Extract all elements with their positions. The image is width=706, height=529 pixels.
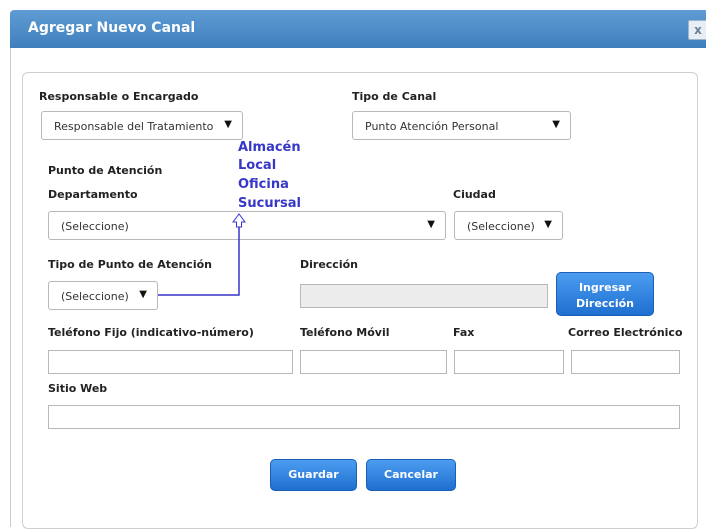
direccion-label: Dirección xyxy=(300,258,358,271)
correo-input[interactable] xyxy=(571,350,680,374)
sitio-web-label: Sitio Web xyxy=(48,382,108,395)
ingresar-direccion-line1: Ingresar xyxy=(578,281,632,294)
fax-label: Fax xyxy=(453,326,475,339)
telefono-movil-label: Teléfono Móvil xyxy=(300,326,390,339)
cancelar-button[interactable]: Cancelar xyxy=(366,459,456,491)
direccion-input[interactable] xyxy=(300,284,548,308)
correo-label: Correo Electrónico xyxy=(568,326,683,339)
guardar-button[interactable]: Guardar xyxy=(270,459,357,491)
ingresar-direccion-button[interactable]: Ingresar Dirección xyxy=(556,272,654,316)
arrow-up-icon xyxy=(232,213,246,228)
telefono-movil-input[interactable] xyxy=(300,350,447,374)
fax-input[interactable] xyxy=(454,350,564,374)
telefono-fijo-input[interactable] xyxy=(48,350,293,374)
telefono-fijo-label: Teléfono Fijo (indicativo-número) xyxy=(48,326,254,339)
ingresar-direccion-line2: Dirección xyxy=(576,297,634,310)
sitio-web-input[interactable] xyxy=(48,405,680,429)
